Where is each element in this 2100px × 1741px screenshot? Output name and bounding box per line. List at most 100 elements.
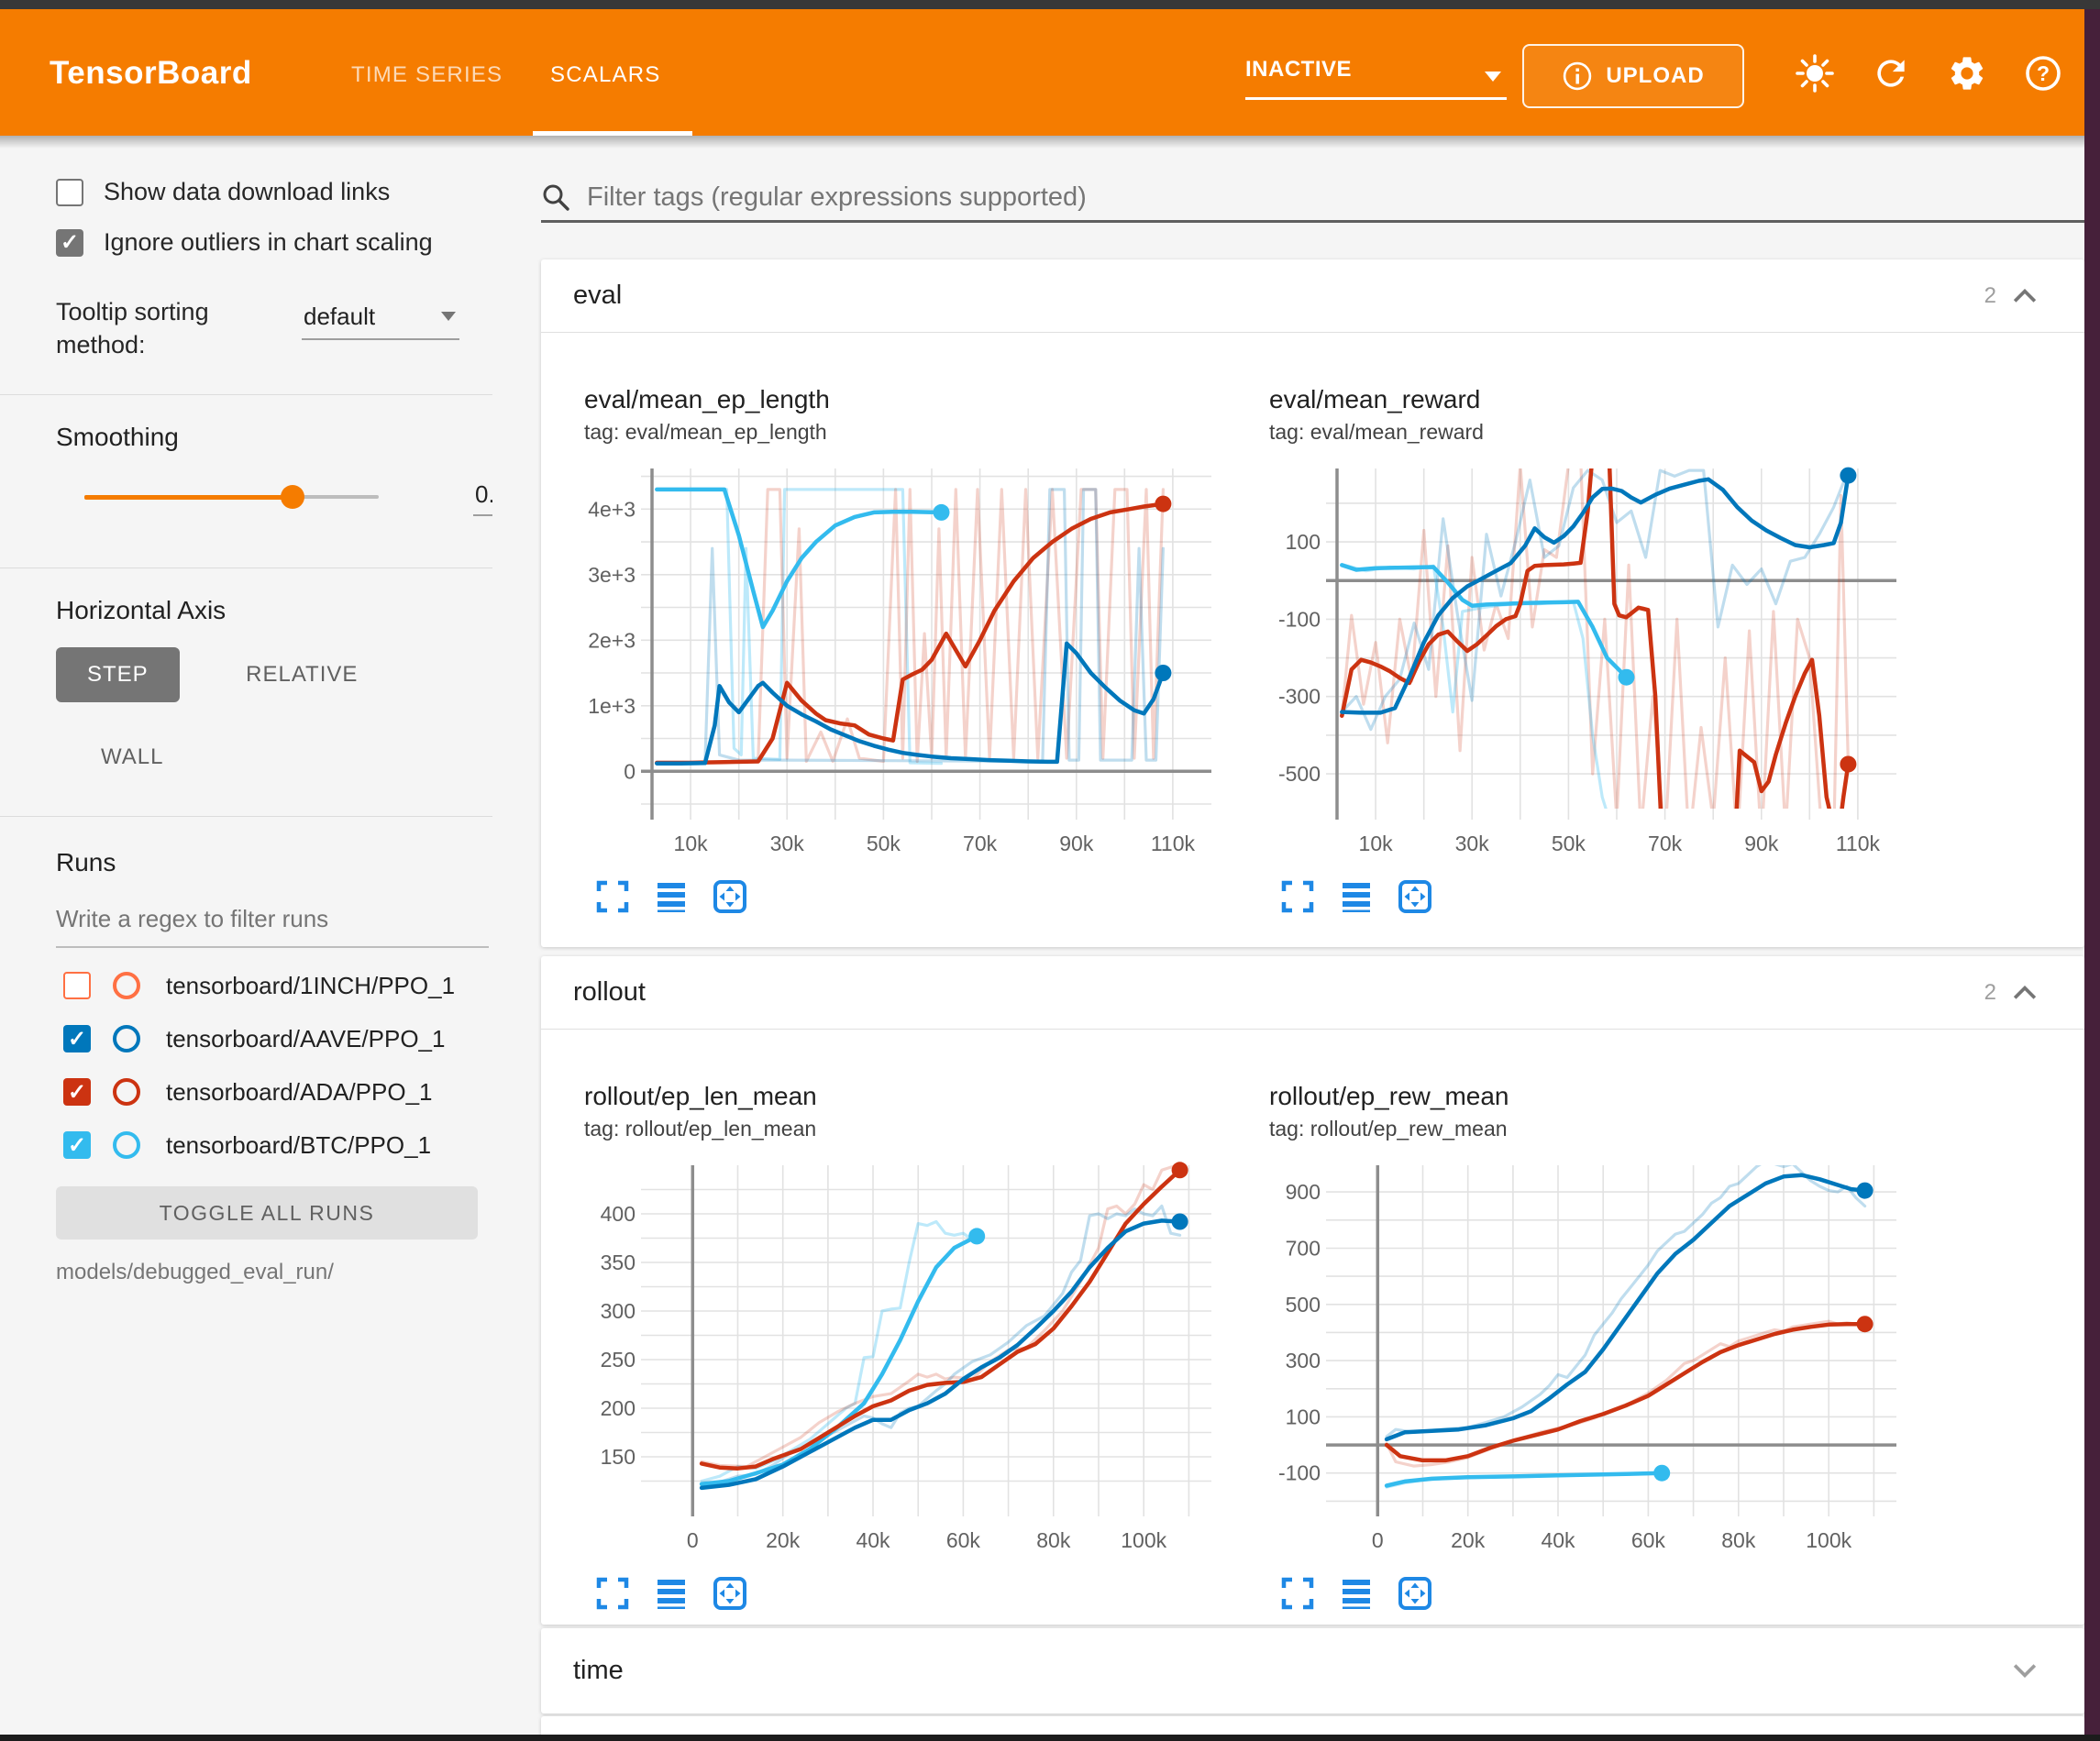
- run-color-circle: [113, 1025, 140, 1052]
- ignore-outliers-row[interactable]: ✓ Ignore outliers in chart scaling: [56, 228, 492, 257]
- expand-icon[interactable]: [2013, 1663, 2037, 1678]
- run-row[interactable]: tensorboard/1INCH/PPO_1: [63, 959, 492, 1012]
- app-header: TensorBoard TIME SERIES SCALARS INACTIVE…: [0, 9, 2100, 136]
- runs-list: tensorboard/1INCH/PPO_1 ✓tensorboard/AAVE…: [0, 959, 492, 1172]
- tag-filter-bar[interactable]: [541, 174, 2084, 223]
- run-checkbox[interactable]: ✓: [63, 1025, 91, 1052]
- svg-text:110k: 110k: [1836, 832, 1881, 855]
- collapse-icon[interactable]: [2013, 986, 2037, 1000]
- run-row[interactable]: ✓ tensorboard/ADA/PPO_1: [63, 1065, 492, 1118]
- settings-icon[interactable]: [1947, 53, 1987, 94]
- svg-text:30k: 30k: [1455, 832, 1490, 855]
- chart-plot[interactable]: 150200250300350400020k40k60k80k100k: [573, 1154, 1226, 1571]
- tab-time-series[interactable]: TIME SERIES: [351, 62, 503, 88]
- refresh-icon[interactable]: [1871, 53, 1911, 94]
- runs-filter-input[interactable]: [56, 901, 489, 948]
- divider: [0, 567, 492, 568]
- svg-text:70k: 70k: [963, 832, 998, 855]
- fullscreen-icon[interactable]: [595, 879, 630, 914]
- svg-text:2e+3: 2e+3: [588, 628, 636, 652]
- brightness-icon[interactable]: [1795, 53, 1835, 94]
- section-header-eval[interactable]: eval 2: [541, 259, 2084, 333]
- svg-text:150: 150: [601, 1445, 636, 1469]
- svg-text:100: 100: [1286, 530, 1321, 554]
- section-header-rollout[interactable]: rollout 2: [541, 956, 2084, 1030]
- upload-button-label: UPLOAD: [1606, 63, 1704, 89]
- runs-path: models/debugged_eval_run/: [56, 1260, 492, 1285]
- svg-text:50k: 50k: [1552, 832, 1586, 855]
- help-icon[interactable]: ?: [2023, 53, 2063, 94]
- svg-text:300: 300: [601, 1299, 636, 1323]
- smoothing-value-box[interactable]: [473, 476, 492, 516]
- run-label: tensorboard/1INCH/PPO_1: [166, 972, 455, 1000]
- tooltip-sorting-value: default: [304, 303, 375, 330]
- run-checkbox[interactable]: ✓: [63, 1078, 91, 1106]
- svg-text:30k: 30k: [770, 832, 805, 855]
- show-download-row[interactable]: Show data download links: [56, 178, 492, 206]
- chart-plot[interactable]: 01e+32e+33e+34e+310k30k50k70k90k110k: [573, 457, 1226, 875]
- run-checkbox[interactable]: [63, 972, 91, 999]
- fit-data-icon[interactable]: [713, 879, 747, 914]
- svg-text:0: 0: [1372, 1528, 1384, 1552]
- svg-text:50k: 50k: [867, 832, 901, 855]
- chart-card-eval-mean-ep-length: eval/mean_ep_length tag: eval/mean_ep_le…: [573, 384, 1226, 917]
- svg-text:300: 300: [1286, 1349, 1321, 1372]
- axis-option-relative[interactable]: RELATIVE: [215, 647, 389, 702]
- collapse-icon[interactable]: [2013, 289, 2037, 303]
- svg-text:4e+3: 4e+3: [588, 497, 636, 521]
- run-checkbox[interactable]: ✓: [63, 1131, 91, 1159]
- data-table-icon[interactable]: [654, 879, 689, 914]
- window-right-edge: [2084, 9, 2100, 1741]
- fit-data-icon[interactable]: [1398, 1576, 1432, 1611]
- toggle-all-runs-button[interactable]: TOGGLE ALL RUNS: [56, 1186, 478, 1240]
- section-title: rollout: [573, 977, 646, 1008]
- section-header-time[interactable]: time: [541, 1628, 2084, 1713]
- svg-text:900: 900: [1286, 1180, 1321, 1204]
- fit-data-icon[interactable]: [1398, 879, 1432, 914]
- svg-text:10k: 10k: [674, 832, 709, 855]
- smoothing-input[interactable]: [473, 477, 492, 514]
- tab-scalars[interactable]: SCALARS: [550, 62, 660, 88]
- svg-text:700: 700: [1286, 1237, 1321, 1261]
- svg-text:80k: 80k: [1721, 1528, 1756, 1552]
- upload-button[interactable]: UPLOAD: [1522, 44, 1744, 108]
- run-row[interactable]: ✓tensorboard/BTC/PPO_1: [63, 1118, 492, 1172]
- svg-text:250: 250: [601, 1348, 636, 1372]
- slider-knob[interactable]: [281, 485, 304, 509]
- ignore-outliers-checkbox[interactable]: ✓: [56, 229, 83, 257]
- chart-plot[interactable]: 100-100-300-50010k30k50k70k90k110k: [1258, 457, 1911, 875]
- tooltip-sorting-dropdown[interactable]: default: [302, 301, 459, 340]
- svg-text:60k: 60k: [1631, 1528, 1666, 1552]
- tag-filter-input[interactable]: [585, 182, 2084, 214]
- data-table-icon[interactable]: [1339, 879, 1374, 914]
- charts-row: eval/mean_ep_length tag: eval/mean_ep_le…: [541, 333, 2084, 917]
- run-row[interactable]: ✓tensorboard/AAVE/PPO_1: [63, 1012, 492, 1065]
- show-download-checkbox[interactable]: [56, 179, 83, 206]
- svg-text:?: ?: [2037, 61, 2050, 85]
- axis-option-wall[interactable]: WALL: [101, 737, 163, 777]
- chart-plot[interactable]: -100100300500700900020k40k60k80k100k: [1258, 1154, 1911, 1571]
- smoothing-label: Smoothing: [56, 423, 492, 452]
- section-count-badge: 2: [1984, 283, 1996, 309]
- slider-fill: [84, 495, 292, 500]
- status-dropdown-value: INACTIVE: [1245, 57, 1352, 82]
- data-table-icon[interactable]: [1339, 1576, 1374, 1611]
- divider: [0, 394, 492, 395]
- svg-text:3e+3: 3e+3: [588, 563, 636, 587]
- fullscreen-icon[interactable]: [1280, 1576, 1315, 1611]
- fullscreen-icon[interactable]: [1280, 879, 1315, 914]
- svg-text:90k: 90k: [1744, 832, 1779, 855]
- axis-option-step[interactable]: STEP: [56, 647, 180, 702]
- run-label: tensorboard/ADA/PPO_1: [166, 1078, 433, 1107]
- search-icon: [541, 182, 570, 212]
- svg-text:1e+3: 1e+3: [588, 694, 636, 718]
- section-card-eval: eval 2 eval/mean_ep_length tag: eval/mea…: [541, 259, 2084, 947]
- settings-sidebar: Show data download links ✓ Ignore outlie…: [0, 136, 492, 1735]
- smoothing-slider[interactable]: [84, 483, 379, 511]
- svg-text:0: 0: [624, 759, 636, 783]
- data-table-icon[interactable]: [654, 1576, 689, 1611]
- fullscreen-icon[interactable]: [595, 1576, 630, 1611]
- status-dropdown[interactable]: INACTIVE: [1245, 57, 1507, 100]
- svg-text:70k: 70k: [1648, 832, 1683, 855]
- fit-data-icon[interactable]: [713, 1576, 747, 1611]
